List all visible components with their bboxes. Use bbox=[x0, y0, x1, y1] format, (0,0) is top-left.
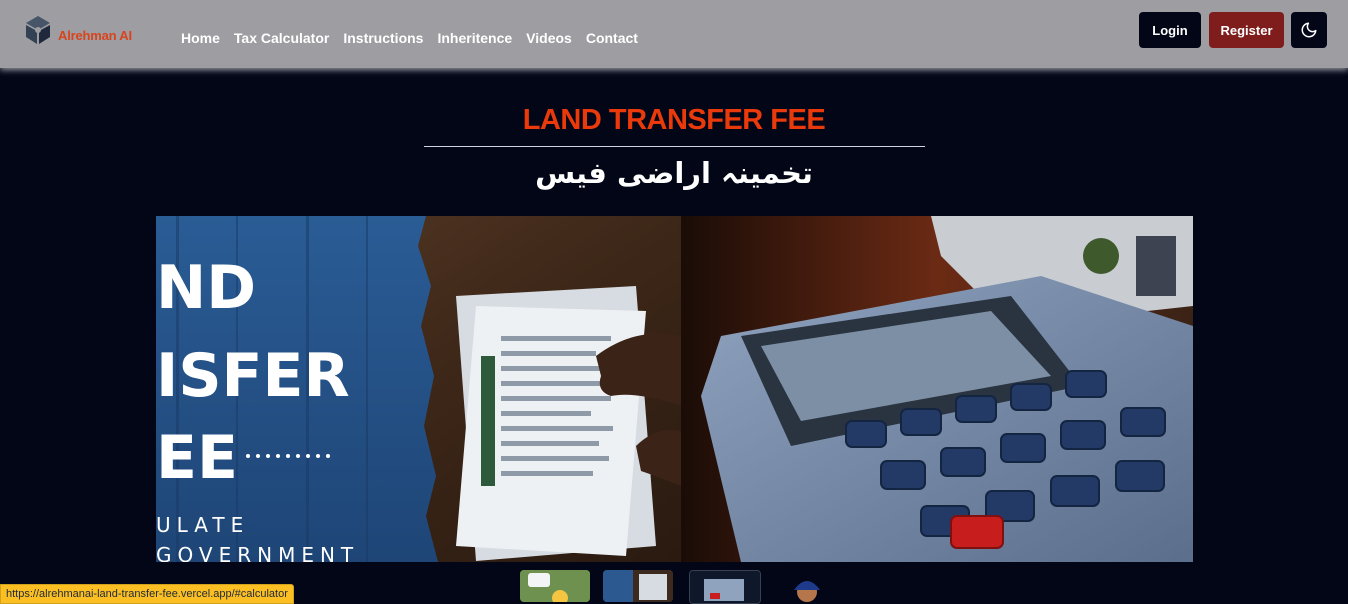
register-button[interactable]: Register bbox=[1209, 12, 1284, 48]
nav-tax-calculator[interactable]: Tax Calculator bbox=[234, 30, 329, 46]
nav-inheritence[interactable]: Inheritence bbox=[437, 30, 512, 46]
hero-right-illustration bbox=[681, 216, 1193, 562]
thumbnail-3[interactable] bbox=[689, 570, 761, 604]
hero-text-line-2: ISFER bbox=[156, 341, 350, 411]
nav-videos[interactable]: Videos bbox=[526, 30, 572, 46]
thumbnail-4[interactable] bbox=[772, 570, 842, 602]
title-divider bbox=[424, 146, 925, 147]
top-navbar: Alrehman AI Home Tax Calculator Instruct… bbox=[0, 0, 1348, 68]
thumbnail-4-image bbox=[772, 570, 842, 602]
hero-text-line-4: ULATE bbox=[156, 513, 249, 537]
brand-name: Alrehman AI bbox=[58, 27, 132, 43]
thumbnail-1-image bbox=[520, 570, 590, 602]
page-title: LAND TRANSFER FEE bbox=[522, 104, 826, 136]
main-nav: Home Tax Calculator Instructions Inherit… bbox=[181, 30, 652, 46]
thumbnail-1[interactable] bbox=[520, 570, 590, 602]
hero-text-line-1: ND bbox=[156, 253, 256, 323]
brand-logo[interactable]: Alrehman AI bbox=[22, 14, 132, 46]
thumbnail-2[interactable] bbox=[603, 570, 673, 602]
thumbnail-3-image bbox=[690, 571, 760, 603]
hero-image-calculator bbox=[681, 216, 1193, 562]
nav-instructions[interactable]: Instructions bbox=[343, 30, 423, 46]
nav-contact[interactable]: Contact bbox=[586, 30, 638, 46]
hero-text-line-3: EE bbox=[156, 423, 238, 493]
cube-logo-icon bbox=[26, 16, 50, 44]
link-preview-status-bar: https://alrehmanai-land-transfer-fee.ver… bbox=[0, 584, 294, 604]
hero-image-land-transfer: ND ISFER EE ULATE GOVERNMENT bbox=[156, 216, 681, 562]
theme-toggle-button[interactable] bbox=[1291, 12, 1327, 48]
moon-icon bbox=[1301, 22, 1317, 38]
hero-text-line-5: GOVERNMENT bbox=[156, 543, 359, 562]
login-button[interactable]: Login bbox=[1139, 12, 1201, 48]
hero-left-illustration: ND ISFER EE ULATE GOVERNMENT bbox=[156, 216, 681, 562]
nav-home[interactable]: Home bbox=[181, 30, 220, 46]
page-subtitle-urdu: تخمینہ اراضی فیس bbox=[535, 156, 813, 190]
thumbnail-2-image bbox=[603, 570, 673, 602]
